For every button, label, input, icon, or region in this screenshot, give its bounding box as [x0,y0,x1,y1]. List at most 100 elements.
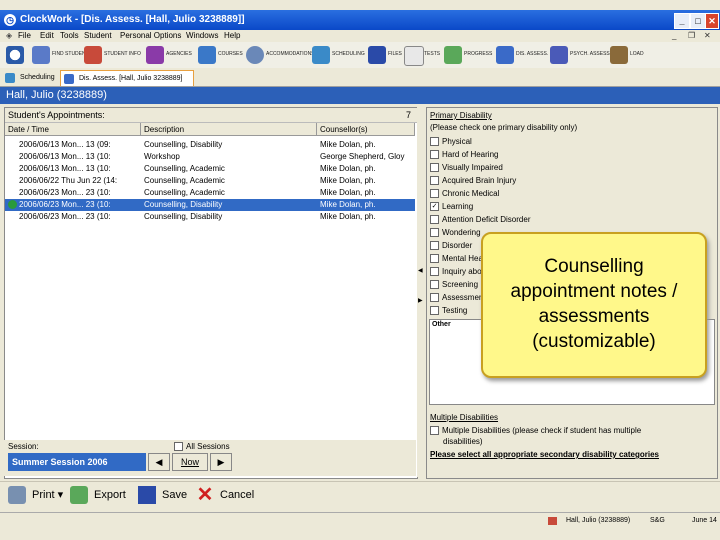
multiple-disabilities-cont: disabilities) [443,437,483,446]
collapse-left-icon[interactable]: ◀ [418,267,423,274]
now-button[interactable]: Now [172,453,208,471]
printer-icon [8,486,26,504]
session-select[interactable]: Summer Session 2006 [8,453,146,471]
app-window: ◷ ClockWork - [Dis. Assess. [Hall, Julio… [0,0,720,540]
progress-icon [444,46,462,64]
dis-assess-tab-icon [64,74,74,84]
all-sessions-checkbox[interactable]: All Sessions [174,442,230,452]
option-hard-of-hearing[interactable]: Hard of Hearing [430,150,498,160]
scheduling-tab-icon [5,73,15,83]
option-visually-impaired[interactable]: Visually Impaired [430,163,503,173]
menu-personal-options[interactable]: Personal Options [120,30,181,42]
other-label: Other [432,321,451,328]
action-bar: Print ▾ Export Save ✕ Cancel [0,481,720,508]
appointment-row[interactable]: 2006/06/23 Mon... 23 (10: Counselling, A… [5,187,415,199]
close-button[interactable]: ✕ [705,13,719,29]
annotation-callout: Counselling appointment notes / assessme… [481,232,707,378]
appointment-row[interactable]: 2006/06/23 Mon... 23 (10: Counselling, D… [5,211,415,223]
mdi-restore-button[interactable]: ❐ [688,30,695,42]
collapse-right-icon[interactable]: ▶ [418,297,423,304]
system-menu-icon[interactable]: ◈ [6,30,12,42]
user-icon [548,517,557,525]
tab-dis-assess[interactable]: Dis. Assess. [Hall, Julio 3238889] [60,70,194,86]
status-code: S&G [650,517,665,524]
option-assessment[interactable]: Assessment [430,293,486,303]
menu-file[interactable]: File [18,30,31,42]
app-icon: ◷ [4,14,16,26]
appointment-row[interactable]: 2006/06/13 Mon... 13 (10: Workshop Georg… [5,151,415,163]
option-disorder[interactable]: Disorder [430,241,472,251]
menu-bar: ◈ File Edit Tools Student Personal Optio… [0,30,720,42]
export-button[interactable]: Export [70,485,126,505]
courses-icon [198,46,216,64]
psych-assess-icon [550,46,568,64]
option-learning[interactable]: ✓ Learning [430,202,473,212]
appointments-count: 7 [406,110,412,120]
student-name: Hall, Julio (3238889) [6,89,107,101]
primary-disability-hint: (Please check one primary disability onl… [430,123,578,132]
appointments-panel: Student's Appointments: 7 Date / Time De… [4,107,418,479]
student-header: Hall, Julio (3238889) [0,87,720,104]
maximize-button[interactable]: □ [690,13,706,29]
document-tabs: Scheduling Dis. Assess. [Hall, Julio 323… [0,68,720,87]
multiple-disabilities-title: Multiple Disabilities [430,413,499,422]
dis-assess-icon [496,46,514,64]
option-acquired-brain-injury[interactable]: Acquired Brain Injury [430,176,516,186]
find-student-icon [32,46,50,64]
appointment-row[interactable]: 2006/06/13 Mon... 13 (10: Counselling, A… [5,163,415,175]
files-icon [368,46,386,64]
cancel-button[interactable]: ✕ Cancel [196,484,255,506]
appointments-header: Student's Appointments: 7 [5,108,417,123]
option-chronic-medical[interactable]: Chronic Medical [430,189,499,199]
option-attention-deficit[interactable]: Attention Deficit Disorder [430,215,530,225]
secondary-disability-title: Please select all appropriate secondary … [430,450,659,459]
appointments-title: Student's Appointments: [8,110,105,120]
save-icon [138,486,156,504]
option-inquiry[interactable]: Inquiry about [430,267,488,277]
next-session-button[interactable]: ▶ [210,453,232,471]
status-student: Hall, Julio (3238889) [566,517,631,524]
tests-icon [404,46,424,66]
column-counsellors[interactable]: Counsellor(s) [317,123,415,136]
panel-splitter[interactable]: ◀ ▶ [417,107,425,477]
menu-student[interactable]: Student [84,30,112,42]
session-label: Session: [8,442,39,451]
mdi-minimize-button[interactable]: _ [672,30,676,42]
menu-windows[interactable]: Windows [186,30,218,42]
prev-session-button[interactable]: ◀ [148,453,170,471]
status-date: June 14 [692,517,717,524]
column-date-time[interactable]: Date / Time [5,123,141,136]
appointment-row-selected[interactable]: 2006/06/23 Mon... 23 (10: Counselling, D… [5,199,415,211]
menu-tools[interactable]: Tools [60,30,79,42]
menu-edit[interactable]: Edit [40,30,54,42]
export-icon [70,486,88,504]
cancel-icon: ✕ [196,484,214,506]
session-area: Session: All Sessions Summer Session 200… [4,440,416,476]
minimize-button[interactable]: _ [674,13,690,29]
title-bar: ◷ ClockWork - [Dis. Assess. [Hall, Julio… [0,10,720,30]
mdi-close-button[interactable]: ✕ [704,30,711,42]
tab-scheduling[interactable]: Scheduling [2,70,58,86]
toolbar: FIND STUDENT STUDENT INFO AGENCIES COURS… [0,42,720,69]
checkmark-icon [8,200,17,209]
menu-help[interactable]: Help [224,30,240,42]
appointment-row[interactable]: 2006/06/22 Thu Jun 22 (14: Counselling, … [5,175,415,187]
clock-icon [6,46,24,64]
load-icon [610,46,628,64]
student-info-icon [84,46,102,64]
print-button[interactable]: Print ▾ [8,485,63,505]
option-wondering[interactable]: Wondering [430,228,481,238]
scheduling-icon [312,46,330,64]
option-testing[interactable]: Testing [430,306,467,316]
appointment-row[interactable]: 2006/06/13 Mon... 13 (09: Counselling, D… [5,139,415,151]
option-multiple-disabilities[interactable]: Multiple Disabilities (please check if s… [430,426,641,436]
agencies-icon [146,46,164,64]
column-description[interactable]: Description [141,123,317,136]
option-physical[interactable]: Physical [430,137,472,147]
check-icon: ✓ [430,202,439,212]
save-button[interactable]: Save [138,485,187,505]
primary-disability-title: Primary Disability [430,111,492,120]
option-screening[interactable]: Screening [430,280,478,290]
status-bar: Hall, Julio (3238889) S&G June 14 [0,512,720,529]
accommodations-icon [246,46,264,64]
